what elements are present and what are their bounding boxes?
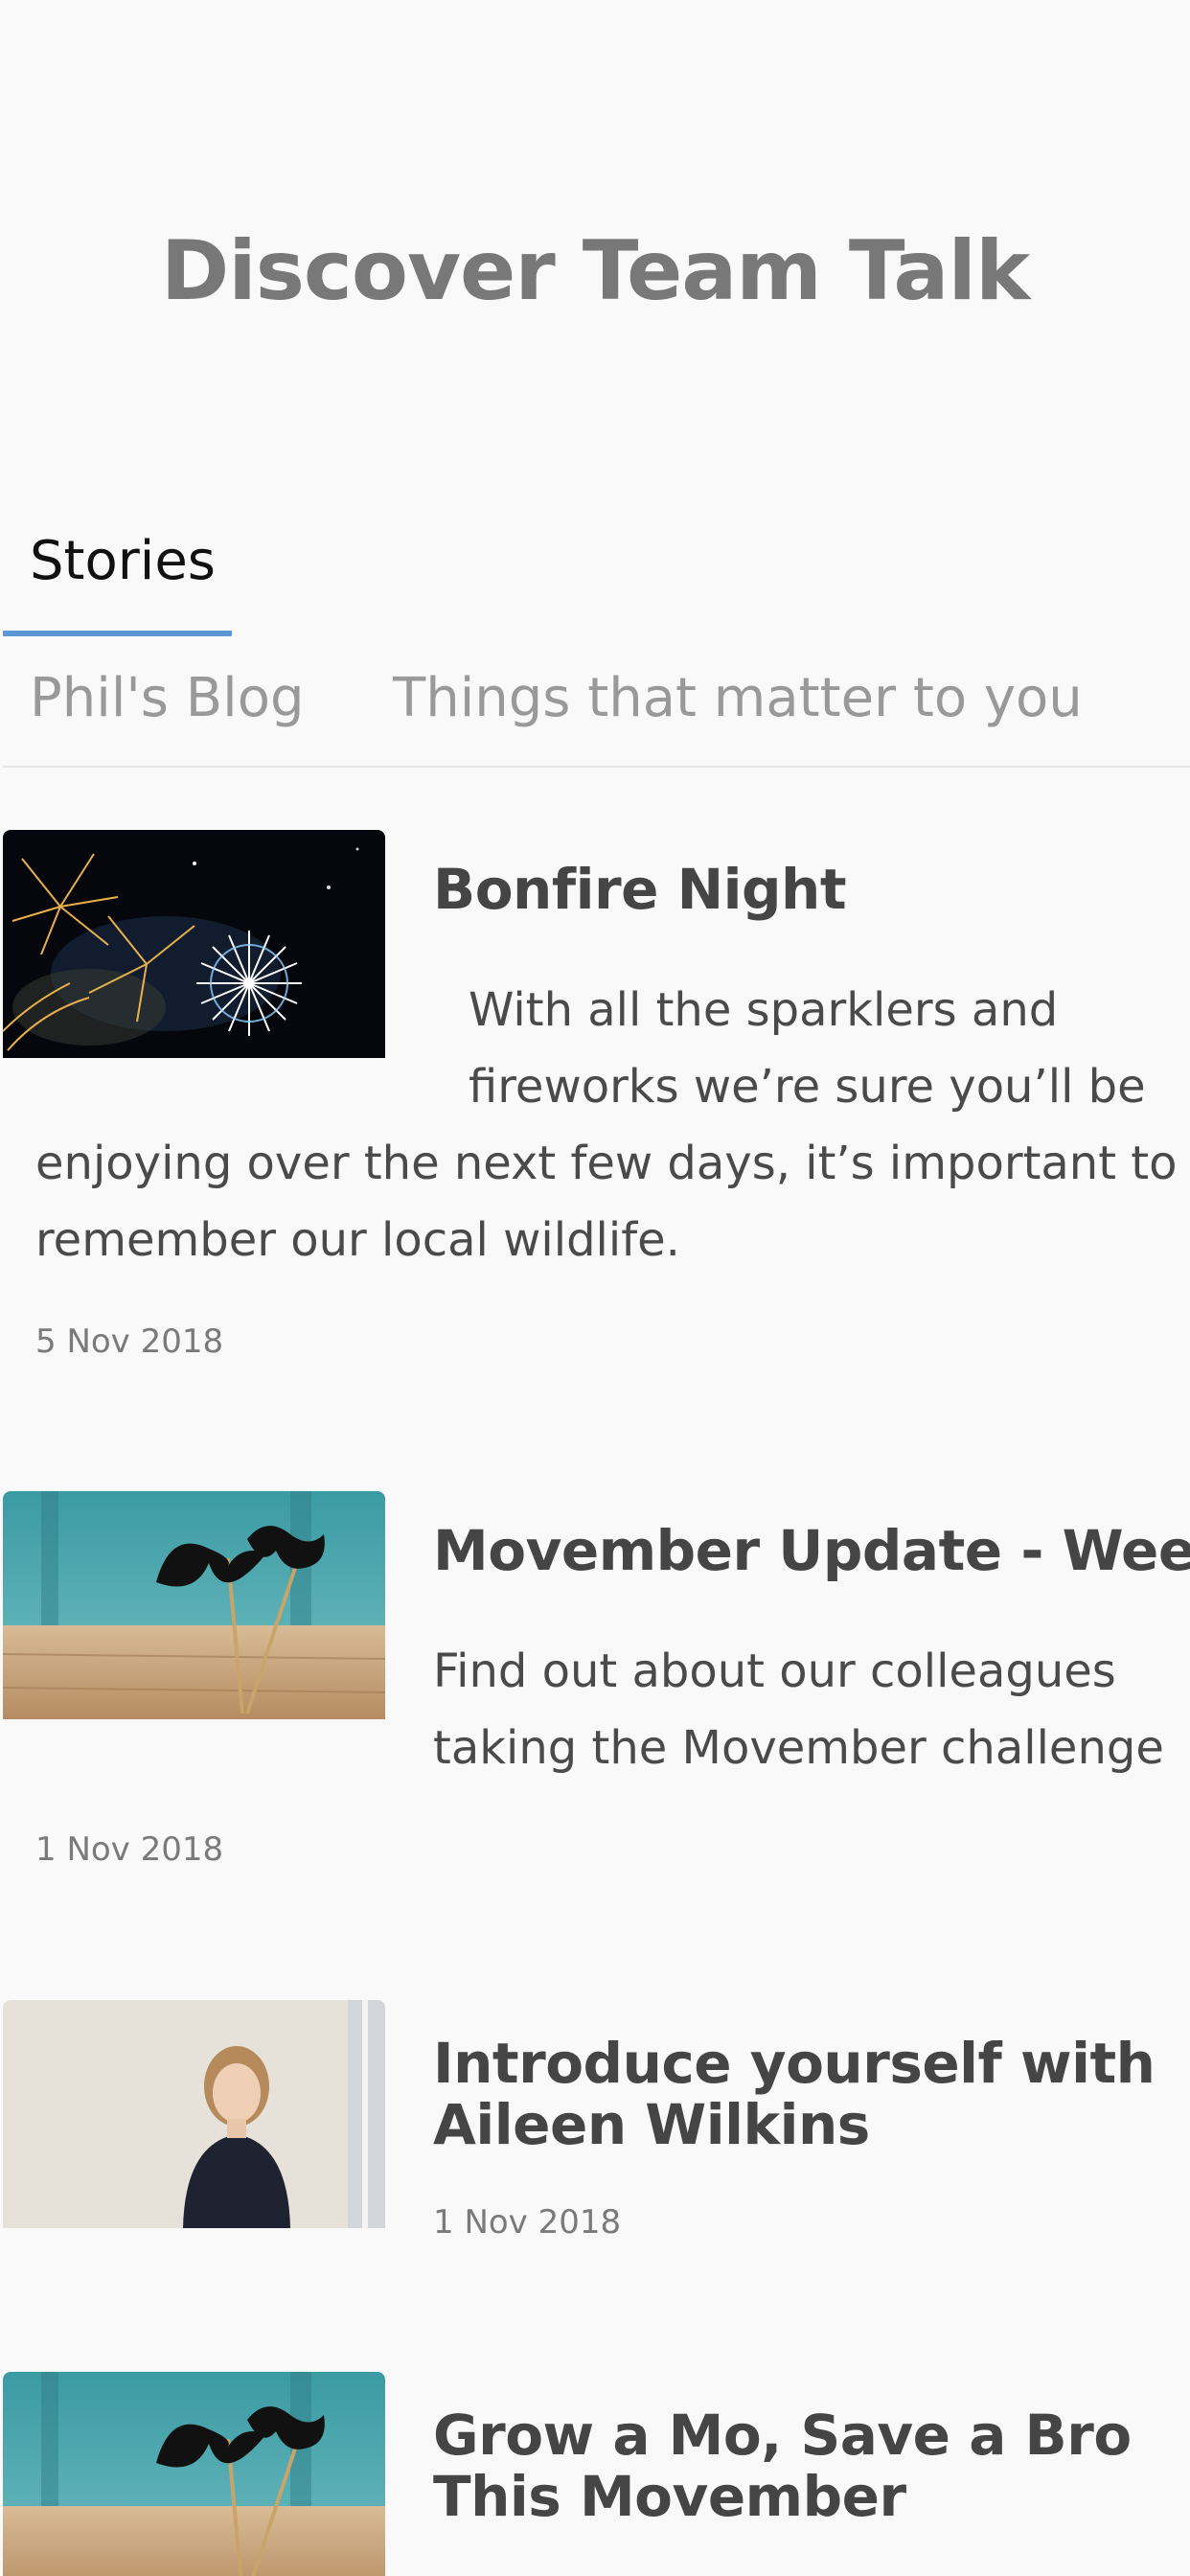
story-date: 1 Nov 2018 — [35, 1830, 224, 1869]
moustache-props-image — [3, 2372, 385, 2576]
story-description: With all the sparklers and fireworks we’… — [0, 830, 1190, 1278]
story-title: Introduce yourself with Aileen Wilkins — [433, 2031, 1156, 2157]
tab-phils-blog[interactable]: Phil's Blog — [30, 664, 305, 733]
discover-page: Discover Team Talk Stories Phil's Blog T… — [0, 0, 1190, 2576]
story-title: Grow a Mo, Save a Bro This Movember — [433, 2403, 1132, 2529]
story-card-bonfire-night[interactable]: Bonfire Night With all the sparklers and… — [0, 830, 1190, 1367]
story-card-introduce-yourself[interactable]: Introduce yourself with Aileen Wilkins 1… — [0, 2000, 1190, 2288]
page-title: Discover Team Talk — [160, 223, 1030, 319]
story-description: Find out about our colleagues taking the… — [433, 1644, 1164, 1775]
portrait-photo — [3, 2000, 385, 2228]
moustache-props-image — [3, 1491, 385, 1719]
tabs-divider — [3, 766, 1190, 768]
active-tab-indicator — [3, 631, 232, 636]
tab-things-that-matter[interactable]: Things that matter to you — [393, 664, 1083, 733]
story-card-movember-update[interactable]: Movember Update - Week 1 Find out about … — [0, 1491, 1190, 1894]
story-date: 5 Nov 2018 — [35, 1322, 224, 1361]
story-card-grow-a-mo[interactable]: Grow a Mo, Save a Bro This Movember — [0, 2372, 1190, 2576]
story-date: 1 Nov 2018 — [433, 2203, 622, 2242]
tab-stories[interactable]: Stories — [30, 527, 216, 596]
story-title: Movember Update - Week 1 — [433, 1518, 1190, 1583]
